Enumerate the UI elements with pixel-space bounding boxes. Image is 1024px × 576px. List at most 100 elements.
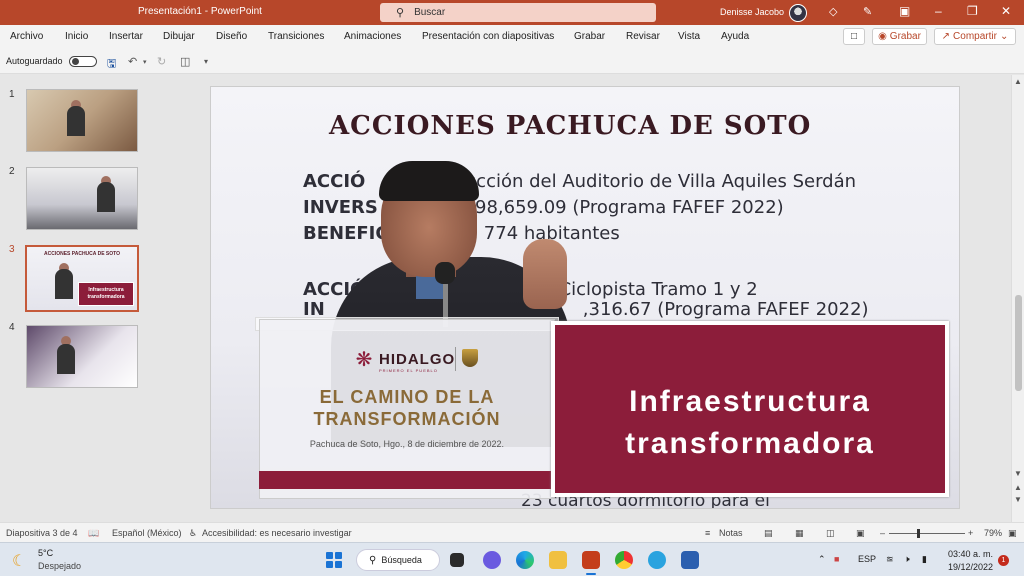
clock-time[interactable]: 03:40 a. m. xyxy=(948,549,993,559)
speaker-hair xyxy=(379,161,479,201)
podium-strip xyxy=(259,471,555,489)
autosave-toggle[interactable] xyxy=(69,56,97,67)
menu-dibujar[interactable]: Dibujar xyxy=(163,31,195,42)
menu-grabar[interactable]: Grabar xyxy=(574,31,605,42)
menu-archivo[interactable]: Archivo xyxy=(10,31,43,42)
normal-view-icon[interactable]: ▤ xyxy=(764,528,773,539)
zoom-in-icon[interactable]: + xyxy=(968,528,973,538)
podium-logo-text: HIDALGO xyxy=(379,351,456,368)
weather-description[interactable]: Despejado xyxy=(38,561,81,571)
file-explorer-icon[interactable] xyxy=(549,551,567,569)
close-icon[interactable]: ✕ xyxy=(1001,4,1011,18)
menu-insertar[interactable]: Insertar xyxy=(109,31,143,42)
present-icon[interactable]: ◫ xyxy=(180,55,190,68)
taskbar-search[interactable]: ⚲ Búsqueda xyxy=(356,549,440,571)
slide-canvas[interactable]: ACCIONES PACHUCA DE SOTO ACCIÓ rucción de… xyxy=(210,86,960,509)
powerpoint-icon[interactable] xyxy=(582,551,600,575)
mini-person xyxy=(55,269,73,299)
next-slide-icon[interactable]: ▼ xyxy=(1014,495,1022,504)
windows-start-icon[interactable] xyxy=(326,552,342,568)
redo-icon[interactable]: ↻ xyxy=(157,55,166,68)
battery-icon[interactable]: ▮ xyxy=(922,554,927,565)
thumb-number: 3 xyxy=(9,244,15,255)
slideshow-icon[interactable]: ▣ xyxy=(856,528,865,539)
zoom-out-icon[interactable]: – xyxy=(880,528,885,538)
share-button[interactable]: ↗ Compartir ⌄ xyxy=(934,28,1016,45)
task-view-icon[interactable] xyxy=(450,553,464,567)
notes-icon[interactable]: ≡ xyxy=(705,528,710,538)
wifi-icon[interactable]: ≊ xyxy=(886,554,894,565)
slide-line: INVERS ,798,659.09 (Programa FAFEF 2022) xyxy=(303,197,784,218)
scrollbar-thumb[interactable] xyxy=(1015,295,1022,391)
menu-ayuda[interactable]: Ayuda xyxy=(721,31,749,42)
slide-line-text: ,798,659.09 (Programa FAFEF 2022) xyxy=(457,197,784,218)
slide-sorter-icon[interactable]: ▦ xyxy=(795,528,804,539)
avatar[interactable] xyxy=(789,4,807,22)
coat-of-arms-icon xyxy=(455,347,478,371)
taskbar: ☾ 5°C Despejado ⚲ Búsqueda ⌃ ■ ESP ≊ 🕨 ▮… xyxy=(0,542,1024,576)
minimize-icon[interactable]: – xyxy=(935,4,942,18)
chat-icon[interactable] xyxy=(483,551,501,569)
diamond-icon[interactable]: ◇ xyxy=(829,5,837,18)
restore-icon[interactable]: ❐ xyxy=(967,4,978,18)
menu-presentacion[interactable]: Presentación con diapositivas xyxy=(422,31,554,42)
thumb-number: 1 xyxy=(9,89,15,100)
menu-vista[interactable]: Vista xyxy=(678,31,700,42)
pen-icon[interactable]: ✎ xyxy=(863,5,872,18)
scroll-down-icon[interactable]: ▼ xyxy=(1014,469,1022,478)
previous-slide-icon[interactable]: ▲ xyxy=(1014,483,1022,492)
volume-icon[interactable]: 🕨 xyxy=(904,554,910,565)
zoom-slider-knob[interactable] xyxy=(917,529,920,538)
accessibility-icon[interactable]: ♿ xyxy=(189,528,197,539)
comments-button[interactable]: □ xyxy=(843,28,865,45)
chrome-icon[interactable] xyxy=(615,551,633,569)
menu-revisar[interactable]: Revisar xyxy=(626,31,660,42)
infrastructure-banner[interactable]: Infraestructura transformadora xyxy=(551,321,949,497)
slide-thumbnail-3[interactable]: ACCIONES PACHUCA DE SOTO Infraestructura… xyxy=(25,245,139,312)
notes-button[interactable]: Notas xyxy=(719,528,743,538)
slide-line-text: rucción del Auditorio de Villa Aquiles S… xyxy=(457,171,857,192)
search-box[interactable]: ⚲ Buscar xyxy=(380,3,656,22)
scroll-up-icon[interactable]: ▲ xyxy=(1014,77,1022,86)
zoom-level[interactable]: 79% xyxy=(984,528,1002,538)
vertical-scrollbar[interactable]: ▲ ▼ ▲ ▼ xyxy=(1011,75,1024,522)
telegram-icon[interactable] xyxy=(648,551,666,569)
menu-transiciones[interactable]: Transiciones xyxy=(268,31,324,42)
undo-icon[interactable]: ↶ xyxy=(128,55,137,68)
word-icon[interactable] xyxy=(681,551,699,569)
hidalgo-logo-icon: ❋ xyxy=(355,349,373,371)
reading-view-icon[interactable]: ◫ xyxy=(826,528,835,539)
undo-dropdown-icon[interactable]: ▾ xyxy=(143,58,147,66)
spellcheck-icon[interactable]: 📖 xyxy=(88,528,99,539)
tray-app-icon[interactable]: ■ xyxy=(834,554,839,564)
edge-icon[interactable] xyxy=(516,551,534,569)
language-indicator[interactable]: Español (México) xyxy=(112,528,182,538)
customize-toolbar-icon[interactable]: ▾ xyxy=(204,57,208,66)
clock-date[interactable]: 19/12/2022 xyxy=(948,562,993,572)
notification-badge[interactable]: 1 xyxy=(998,555,1009,566)
record-button[interactable]: ◉ Grabar xyxy=(872,28,927,45)
weather-temperature[interactable]: 5°C xyxy=(38,548,53,558)
menu-diseno[interactable]: Diseño xyxy=(216,31,247,42)
fit-slide-icon[interactable]: ▣ xyxy=(1008,528,1017,539)
slide-thumbnail-1[interactable] xyxy=(26,89,138,152)
moon-icon[interactable]: ☾ xyxy=(12,551,26,571)
menu-animaciones[interactable]: Animaciones xyxy=(344,31,401,42)
window-title: Presentación1 - PowerPoint xyxy=(138,6,262,17)
title-bar: Presentación1 - PowerPoint ⚲ Buscar Deni… xyxy=(0,0,1024,25)
accessibility-status[interactable]: Accesibilidad: es necesario investigar xyxy=(202,528,352,538)
save-icon[interactable]: 🖫 xyxy=(107,55,116,74)
ribbon-display-icon[interactable]: ▣ xyxy=(899,4,910,18)
zoom-slider[interactable] xyxy=(889,533,965,534)
podium-heading-line2: TRANSFORMACIÓN xyxy=(313,409,501,429)
banner-line1: Infraestructura xyxy=(629,385,871,418)
thumb-number: 4 xyxy=(9,322,15,333)
menu-inicio[interactable]: Inicio xyxy=(65,31,88,42)
slide-thumbnail-2[interactable] xyxy=(26,167,138,230)
slide-thumbnail-4[interactable] xyxy=(26,325,138,388)
mini-person xyxy=(97,182,115,212)
podium-heading-line1: EL CAMINO DE LA xyxy=(319,387,495,407)
user-name[interactable]: Denisse Jacobo xyxy=(720,7,784,17)
input-language[interactable]: ESP xyxy=(858,554,876,564)
chevron-up-icon[interactable]: ⌃ xyxy=(818,554,826,565)
